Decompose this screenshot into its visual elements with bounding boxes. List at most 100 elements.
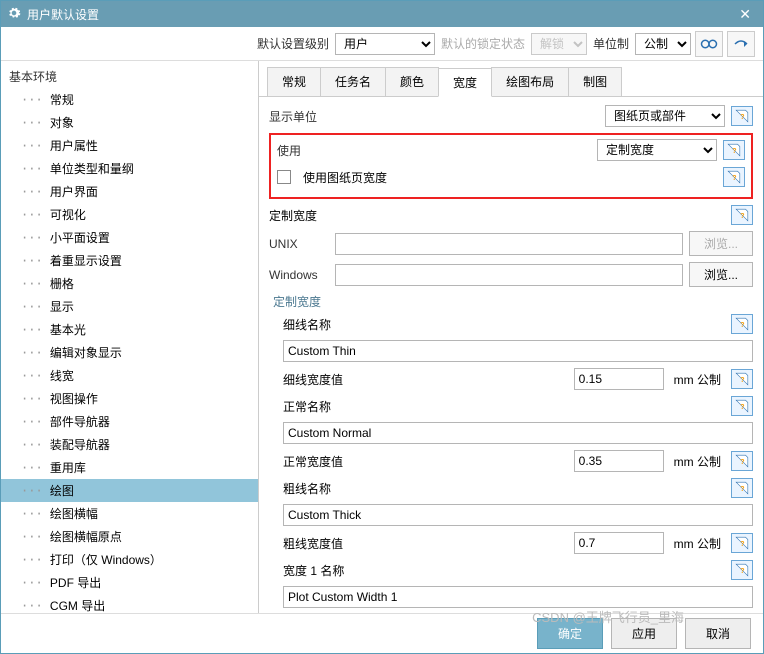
link-icon[interactable] — [727, 31, 755, 57]
level-label: 默认设置级别 — [257, 35, 329, 52]
help-icon[interactable]: ? — [731, 396, 753, 416]
help-icon[interactable]: ? — [731, 478, 753, 498]
normal-name-input[interactable] — [283, 422, 753, 444]
settings-dialog: 用户默认设置 ✕ 默认设置级别 用户 默认的锁定状态 解锁 单位制 公制 基本环… — [0, 0, 764, 654]
windows-label: Windows — [269, 268, 329, 282]
unit-select[interactable]: 公制 — [635, 33, 691, 55]
unix-input[interactable] — [335, 233, 683, 255]
tree-item[interactable]: ··· 基本光 — [1, 318, 258, 341]
apply-button[interactable]: 应用 — [611, 618, 677, 649]
thin-width-input[interactable] — [574, 368, 664, 390]
tab[interactable]: 任务名 — [320, 67, 386, 96]
search-icon[interactable] — [695, 31, 723, 57]
normal-width-input[interactable] — [574, 450, 664, 472]
unit-suffix: mm 公制 — [674, 535, 721, 552]
top-toolbar: 默认设置级别 用户 默认的锁定状态 解锁 单位制 公制 — [1, 27, 763, 61]
tree-item[interactable]: ··· 着重显示设置 — [1, 249, 258, 272]
use-drawing-width-label: 使用图纸页宽度 — [303, 169, 387, 186]
use-label: 使用 — [277, 142, 367, 159]
unix-browse-button: 浏览... — [689, 231, 753, 256]
help-icon[interactable]: ? — [731, 560, 753, 580]
tree-item[interactable]: ··· CGM 导出 — [1, 594, 258, 613]
use-select[interactable]: 定制宽度 — [597, 139, 717, 161]
tree-item[interactable]: ··· 常规 — [1, 88, 258, 111]
close-icon[interactable]: ✕ — [733, 6, 757, 23]
unit-label: 单位制 — [593, 35, 629, 52]
windows-input[interactable] — [335, 264, 683, 286]
tree-item[interactable]: ··· 重用库 — [1, 456, 258, 479]
unit-suffix: mm 公制 — [674, 453, 721, 470]
tab[interactable]: 绘图布局 — [491, 67, 569, 96]
tree-item[interactable]: ··· 部件导航器 — [1, 410, 258, 433]
titlebar: 用户默认设置 ✕ — [1, 1, 763, 27]
thin-name-label: 细线名称 — [283, 316, 331, 333]
tab[interactable]: 常规 — [267, 67, 321, 96]
tree-item[interactable]: ··· 视图操作 — [1, 387, 258, 410]
tab[interactable]: 宽度 — [438, 68, 492, 97]
nav-tree[interactable]: 基本环境··· 常规··· 对象··· 用户属性··· 单位类型和量纲··· 用… — [1, 61, 259, 613]
highlighted-section: 使用 定制宽度 ? 使用图纸页宽度 ? — [269, 133, 753, 199]
tab-content: 显示单位 图纸页或部件 ? 使用 定制宽度 ? 使用图纸页宽度 — [259, 97, 763, 613]
width1-name-input[interactable] — [283, 586, 753, 608]
width1-name-label: 宽度 1 名称 — [283, 562, 344, 579]
tab-bar: 常规任务名颜色宽度绘图布局制图 — [259, 61, 763, 97]
tree-item[interactable]: ··· 可视化 — [1, 203, 258, 226]
tree-root[interactable]: 基本环境 — [1, 65, 258, 88]
help-icon[interactable]: ? — [731, 314, 753, 334]
svg-text:?: ? — [740, 377, 744, 384]
svg-text:?: ? — [740, 541, 744, 548]
thick-name-label: 粗线名称 — [283, 480, 331, 497]
thin-width-label: 细线宽度值 — [283, 371, 343, 388]
display-unit-select[interactable]: 图纸页或部件 — [605, 105, 725, 127]
lock-label: 默认的锁定状态 — [441, 35, 525, 52]
display-unit-row: 显示单位 图纸页或部件 ? — [269, 105, 753, 127]
svg-text:?: ? — [732, 175, 736, 182]
tab[interactable]: 制图 — [568, 67, 622, 96]
lock-select: 解锁 — [531, 33, 587, 55]
help-icon[interactable]: ? — [731, 369, 753, 389]
help-icon[interactable]: ? — [723, 140, 745, 160]
help-icon[interactable]: ? — [731, 205, 753, 225]
tree-item[interactable]: ··· PDF 导出 — [1, 571, 258, 594]
tree-item[interactable]: ··· 单位类型和量纲 — [1, 157, 258, 180]
svg-text:?: ? — [732, 148, 736, 155]
tree-item[interactable]: ··· 显示 — [1, 295, 258, 318]
tree-item[interactable]: ··· 栅格 — [1, 272, 258, 295]
dialog-footer: 确定 应用 取消 — [1, 613, 763, 653]
body: 基本环境··· 常规··· 对象··· 用户属性··· 单位类型和量纲··· 用… — [1, 61, 763, 613]
tree-item[interactable]: ··· 打印（仅 Windows） — [1, 548, 258, 571]
display-unit-label: 显示单位 — [269, 108, 359, 125]
tree-item[interactable]: ··· 用户界面 — [1, 180, 258, 203]
unix-label: UNIX — [269, 237, 329, 251]
windows-browse-button[interactable]: 浏览... — [689, 262, 753, 287]
tree-item[interactable]: ··· 对象 — [1, 111, 258, 134]
custom-width-section: 定制宽度 — [269, 207, 317, 224]
level-select[interactable]: 用户 — [335, 33, 435, 55]
thick-width-label: 粗线宽度值 — [283, 535, 343, 552]
help-icon[interactable]: ? — [723, 167, 745, 187]
inner-section-label: 定制宽度 — [273, 293, 753, 310]
help-icon[interactable]: ? — [731, 533, 753, 553]
tree-item[interactable]: ··· 绘图横幅原点 — [1, 525, 258, 548]
ok-button[interactable]: 确定 — [537, 618, 603, 649]
thick-width-input[interactable] — [574, 532, 664, 554]
tree-item[interactable]: ··· 线宽 — [1, 364, 258, 387]
svg-text:?: ? — [740, 322, 744, 329]
tree-item[interactable]: ··· 小平面设置 — [1, 226, 258, 249]
use-drawing-width-checkbox[interactable] — [277, 170, 291, 184]
tree-item[interactable]: ··· 编辑对象显示 — [1, 341, 258, 364]
svg-text:?: ? — [740, 114, 744, 121]
help-icon[interactable]: ? — [731, 451, 753, 471]
tree-item[interactable]: ··· 用户属性 — [1, 134, 258, 157]
tree-item[interactable]: ··· 绘图 — [1, 479, 258, 502]
tree-item[interactable]: ··· 装配导航器 — [1, 433, 258, 456]
thin-name-input[interactable] — [283, 340, 753, 362]
svg-text:?: ? — [740, 213, 744, 220]
svg-text:?: ? — [740, 486, 744, 493]
thick-name-input[interactable] — [283, 504, 753, 526]
help-icon[interactable]: ? — [731, 106, 753, 126]
tab[interactable]: 颜色 — [385, 67, 439, 96]
normal-width-label: 正常宽度值 — [283, 453, 343, 470]
cancel-button[interactable]: 取消 — [685, 618, 751, 649]
tree-item[interactable]: ··· 绘图横幅 — [1, 502, 258, 525]
